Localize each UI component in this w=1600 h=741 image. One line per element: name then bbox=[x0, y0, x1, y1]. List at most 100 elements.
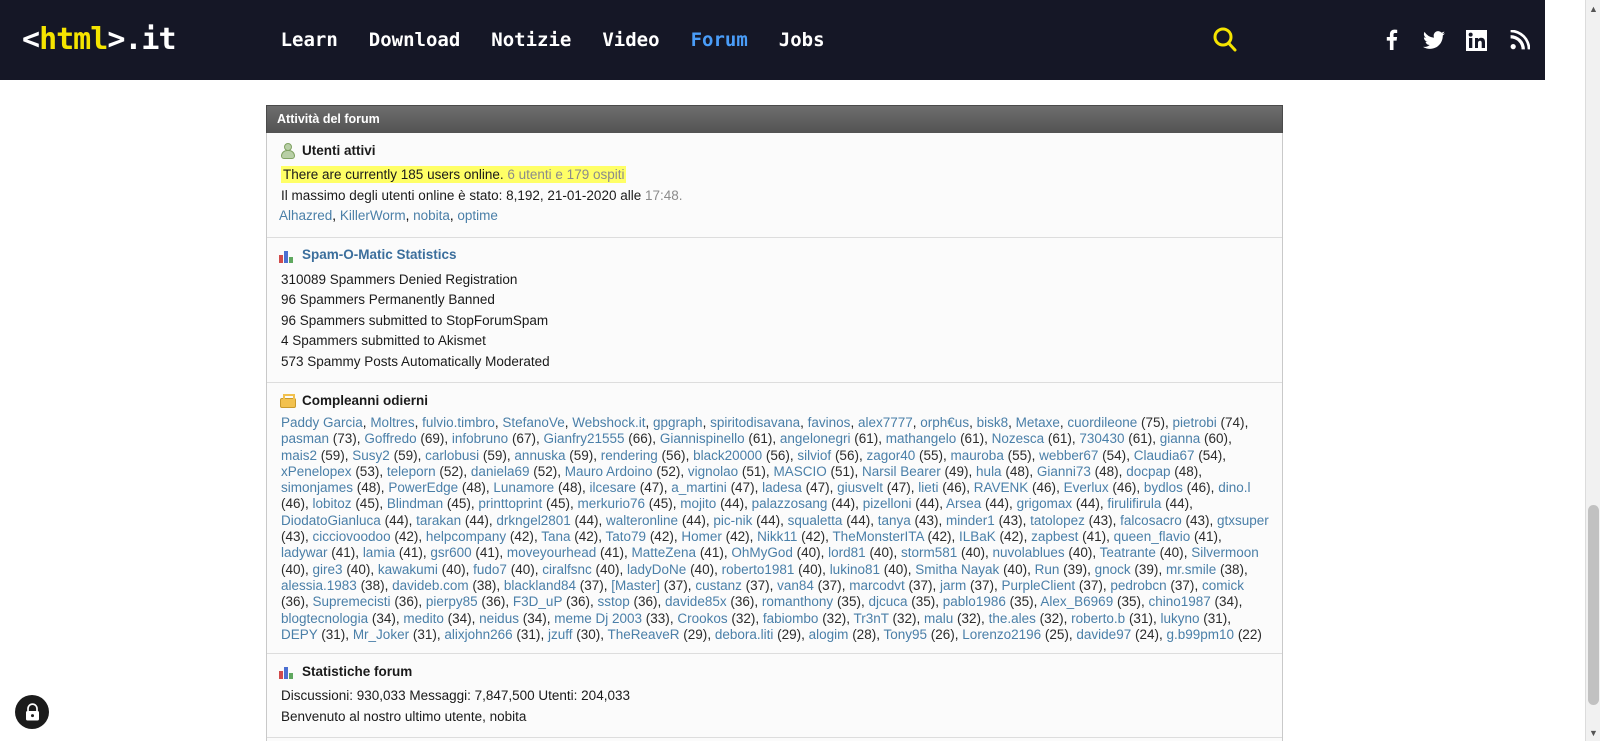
birthday-user-link[interactable]: Giannispinello bbox=[660, 431, 745, 446]
birthday-user-link[interactable]: the.ales bbox=[989, 611, 1036, 626]
nav-item-jobs[interactable]: Jobs bbox=[779, 29, 825, 51]
nav-item-download[interactable]: Download bbox=[369, 29, 461, 51]
birthday-user-link[interactable]: jzuff bbox=[548, 627, 573, 642]
birthday-user-link[interactable]: medito bbox=[403, 611, 444, 626]
birthday-user-link[interactable]: carlobusi bbox=[425, 448, 479, 463]
birthday-user-link[interactable]: ladesa bbox=[762, 480, 802, 495]
birthday-user-link[interactable]: queen_flavio bbox=[1114, 529, 1191, 544]
birthday-user-link[interactable]: alex7777 bbox=[858, 415, 913, 430]
birthday-user-link[interactable]: drkngel2801 bbox=[496, 513, 570, 528]
scrollbar-thumb[interactable] bbox=[1588, 505, 1599, 705]
birthday-user-link[interactable]: Goffredo bbox=[364, 431, 416, 446]
birthday-user-link[interactable]: F3D_uP bbox=[513, 594, 562, 609]
active-user-link[interactable]: Alhazred bbox=[279, 208, 332, 223]
active-user-link[interactable]: KillerWorm bbox=[340, 208, 406, 223]
facebook-icon[interactable] bbox=[1380, 29, 1402, 51]
birthday-user-link[interactable]: minder1 bbox=[946, 513, 995, 528]
birthday-user-link[interactable]: ciralfsnc bbox=[542, 562, 592, 577]
birthday-user-link[interactable]: pic-nik bbox=[713, 513, 752, 528]
birthday-user-link[interactable]: Lorenzo2196 bbox=[962, 627, 1041, 642]
birthday-user-link[interactable]: lukyno bbox=[1160, 611, 1199, 626]
birthday-user-link[interactable]: custanz bbox=[695, 578, 742, 593]
birthday-user-link[interactable]: gpgraph bbox=[653, 415, 703, 430]
birthday-user-link[interactable]: squaletta bbox=[788, 513, 843, 528]
birthday-user-link[interactable]: gire3 bbox=[313, 562, 343, 577]
birthday-user-link[interactable]: ILBaK bbox=[959, 529, 996, 544]
scroll-up-arrow[interactable]: ▲ bbox=[1586, 0, 1600, 17]
birthday-user-link[interactable]: debora.liti bbox=[715, 627, 774, 642]
birthday-user-link[interactable]: Narsil Bearer bbox=[862, 464, 941, 479]
twitter-icon[interactable] bbox=[1422, 29, 1445, 51]
birthday-user-link[interactable]: blackland84 bbox=[504, 578, 576, 593]
birthday-user-link[interactable]: Claudia67 bbox=[1134, 448, 1195, 463]
nav-item-learn[interactable]: Learn bbox=[281, 29, 338, 51]
birthday-user-link[interactable]: bisk8 bbox=[977, 415, 1009, 430]
birthday-user-link[interactable]: mais2 bbox=[281, 448, 317, 463]
birthday-user-link[interactable]: alixjohn266 bbox=[444, 627, 512, 642]
birthday-user-link[interactable]: pietrobi bbox=[1173, 415, 1217, 430]
birthday-user-link[interactable]: Gianni73 bbox=[1037, 464, 1091, 479]
birthday-user-link[interactable]: roberto.b bbox=[1071, 611, 1125, 626]
birthday-user-link[interactable]: lieti bbox=[918, 480, 938, 495]
birthday-user-link[interactable]: RAVENK bbox=[974, 480, 1029, 495]
birthday-user-link[interactable]: cicciovoodoo bbox=[313, 529, 391, 544]
birthday-user-link[interactable]: zapbest bbox=[1031, 529, 1078, 544]
birthday-user-link[interactable]: blogtecnologia bbox=[281, 611, 368, 626]
birthday-user-link[interactable]: cuordileone bbox=[1067, 415, 1137, 430]
birthday-user-link[interactable]: alogim bbox=[809, 627, 849, 642]
birthday-user-link[interactable]: bydlos bbox=[1144, 480, 1183, 495]
birthday-user-link[interactable]: teleporn bbox=[387, 464, 436, 479]
birthday-user-link[interactable]: MASCIO bbox=[773, 464, 826, 479]
birthday-user-link[interactable]: romanthony bbox=[762, 594, 833, 609]
birthday-user-link[interactable]: docpap bbox=[1126, 464, 1170, 479]
birthday-user-link[interactable]: storm581 bbox=[901, 545, 957, 560]
birthday-user-link[interactable]: Tana bbox=[541, 529, 570, 544]
birthday-user-link[interactable]: Lunamore bbox=[493, 480, 554, 495]
birthday-user-link[interactable]: tatolopez bbox=[1030, 513, 1085, 528]
birthday-user-link[interactable]: fabiombo bbox=[763, 611, 819, 626]
birthday-user-link[interactable]: [Master] bbox=[611, 578, 660, 593]
birthday-user-link[interactable]: giusvelt bbox=[837, 480, 883, 495]
birthday-user-link[interactable]: gnock bbox=[1095, 562, 1131, 577]
nav-item-forum[interactable]: Forum bbox=[691, 29, 748, 51]
spam-stats-title[interactable]: Spam-O-Matic Statistics bbox=[302, 247, 457, 262]
birthday-user-link[interactable]: nuvolablues bbox=[993, 545, 1065, 560]
birthday-user-link[interactable]: firulifirula bbox=[1107, 496, 1161, 511]
birthday-user-link[interactable]: Tony95 bbox=[883, 627, 927, 642]
birthday-user-link[interactable]: comick bbox=[1202, 578, 1244, 593]
birthday-user-link[interactable]: Nikk11 bbox=[757, 529, 797, 544]
birthday-user-link[interactable]: fulvio.timbro bbox=[422, 415, 495, 430]
birthday-user-link[interactable]: rendering bbox=[601, 448, 658, 463]
birthday-user-link[interactable]: angelonegri bbox=[780, 431, 851, 446]
birthday-user-link[interactable]: TheMonsterITA bbox=[832, 529, 923, 544]
birthday-user-link[interactable]: spiritodisavana bbox=[710, 415, 800, 430]
birthday-user-link[interactable]: annuska bbox=[514, 448, 565, 463]
birthday-user-link[interactable]: walteronline bbox=[606, 513, 678, 528]
birthday-user-link[interactable]: grigomax bbox=[1017, 496, 1073, 511]
birthday-user-link[interactable]: Smitha Nayak bbox=[915, 562, 999, 577]
birthday-user-link[interactable]: Run bbox=[1035, 562, 1060, 577]
rss-icon[interactable] bbox=[1509, 29, 1531, 51]
birthday-user-link[interactable]: palazzosang bbox=[752, 496, 828, 511]
birthday-user-link[interactable]: simonjames bbox=[281, 480, 353, 495]
birthday-user-link[interactable]: davide97 bbox=[1076, 627, 1131, 642]
birthday-user-link[interactable]: Teatrante bbox=[1100, 545, 1156, 560]
birthday-user-link[interactable]: mathangelo bbox=[886, 431, 957, 446]
birthday-user-link[interactable]: Mr_Joker bbox=[353, 627, 409, 642]
birthday-user-link[interactable]: pierpy85 bbox=[426, 594, 478, 609]
birthday-user-link[interactable]: Moltres bbox=[370, 415, 414, 430]
birthday-user-link[interactable]: Webshock.it bbox=[572, 415, 645, 430]
browser-scrollbar[interactable]: ▲ ▼ bbox=[1585, 0, 1600, 741]
birthday-user-link[interactable]: Silvermoon bbox=[1191, 545, 1259, 560]
birthday-user-link[interactable]: marcodvt bbox=[849, 578, 905, 593]
birthday-user-link[interactable]: OhMyGod bbox=[731, 545, 793, 560]
birthday-user-link[interactable]: van84 bbox=[777, 578, 814, 593]
birthday-user-link[interactable]: Mauro Ardoino bbox=[565, 464, 653, 479]
birthday-user-link[interactable]: mojito bbox=[680, 496, 716, 511]
birthday-user-link[interactable]: vignolao bbox=[688, 464, 738, 479]
birthday-user-link[interactable]: Tato79 bbox=[606, 529, 647, 544]
birthday-user-link[interactable]: Arsea bbox=[946, 496, 981, 511]
birthday-user-link[interactable]: mr.smile bbox=[1166, 562, 1216, 577]
nav-item-notizie[interactable]: Notizie bbox=[491, 29, 571, 51]
birthday-user-link[interactable]: ilcesare bbox=[589, 480, 636, 495]
